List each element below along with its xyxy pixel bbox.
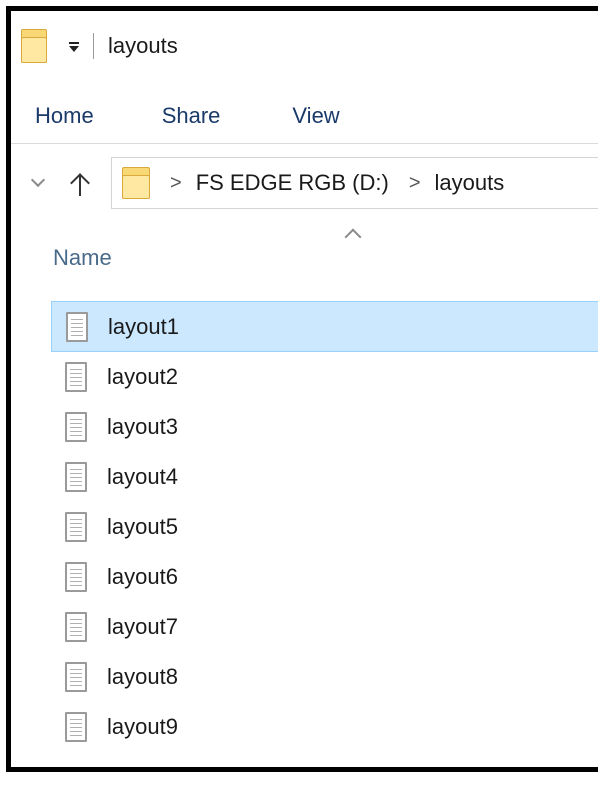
breadcrumb-separator: > xyxy=(170,171,182,194)
file-name: layout9 xyxy=(107,714,178,739)
text-file-icon xyxy=(65,362,87,392)
window-title: layouts xyxy=(108,33,178,58)
text-file-icon xyxy=(66,311,88,342)
tab-share[interactable]: Share xyxy=(162,103,221,129)
ribbon-tabs: Home Share View xyxy=(11,89,598,144)
file-row-layout3[interactable]: layout3 xyxy=(51,402,598,452)
title-bar: layouts xyxy=(11,11,598,81)
navigation-bar: > FS EDGE RGB (D:) > layouts xyxy=(11,155,598,211)
file-name: layout8 xyxy=(107,664,178,689)
file-name: layout3 xyxy=(107,414,178,439)
sort-ascending-icon xyxy=(344,228,362,246)
folder-icon xyxy=(21,29,47,63)
file-name: layout7 xyxy=(107,614,178,639)
breadcrumb-separator: > xyxy=(408,171,421,194)
breadcrumb-folder[interactable]: layouts xyxy=(435,170,505,196)
file-list: layout1 layout2 layout3 layout4 layout5 … xyxy=(51,301,598,752)
text-file-icon xyxy=(65,462,87,492)
up-arrow-icon[interactable] xyxy=(69,170,91,196)
tab-view[interactable]: View xyxy=(292,103,339,129)
file-name: layout2 xyxy=(107,364,178,389)
column-header-name[interactable]: Name xyxy=(53,245,112,271)
file-row-layout4[interactable]: layout4 xyxy=(51,452,598,502)
file-row-layout5[interactable]: layout5 xyxy=(51,502,598,552)
explorer-window: layouts Home Share View > FS EDGE RGB (D… xyxy=(6,6,598,772)
text-file-icon xyxy=(65,512,87,542)
text-file-icon xyxy=(65,412,87,442)
file-name: layout5 xyxy=(107,514,178,539)
text-file-icon xyxy=(65,612,87,642)
tab-home[interactable]: Home xyxy=(35,103,94,129)
file-row-layout8[interactable]: layout8 xyxy=(51,652,598,702)
file-row-layout1[interactable]: layout1 xyxy=(51,301,598,352)
file-name: layout6 xyxy=(107,564,178,589)
quick-access-dropdown-icon[interactable] xyxy=(67,39,81,53)
file-row-layout6[interactable]: layout6 xyxy=(51,552,598,602)
folder-icon xyxy=(122,167,150,199)
address-bar[interactable]: > FS EDGE RGB (D:) > layouts xyxy=(111,157,598,209)
file-name: layout1 xyxy=(108,313,179,339)
text-file-icon xyxy=(65,712,87,742)
file-row-layout2[interactable]: layout2 xyxy=(51,352,598,402)
breadcrumb-drive[interactable]: FS EDGE RGB (D:) xyxy=(196,170,389,196)
chevron-down-icon[interactable] xyxy=(30,172,46,188)
title-separator xyxy=(93,33,94,59)
text-file-icon xyxy=(65,562,87,592)
file-row-layout9[interactable]: layout9 xyxy=(51,702,598,752)
text-file-icon xyxy=(65,662,87,692)
file-row-layout7[interactable]: layout7 xyxy=(51,602,598,652)
file-name: layout4 xyxy=(107,464,178,489)
